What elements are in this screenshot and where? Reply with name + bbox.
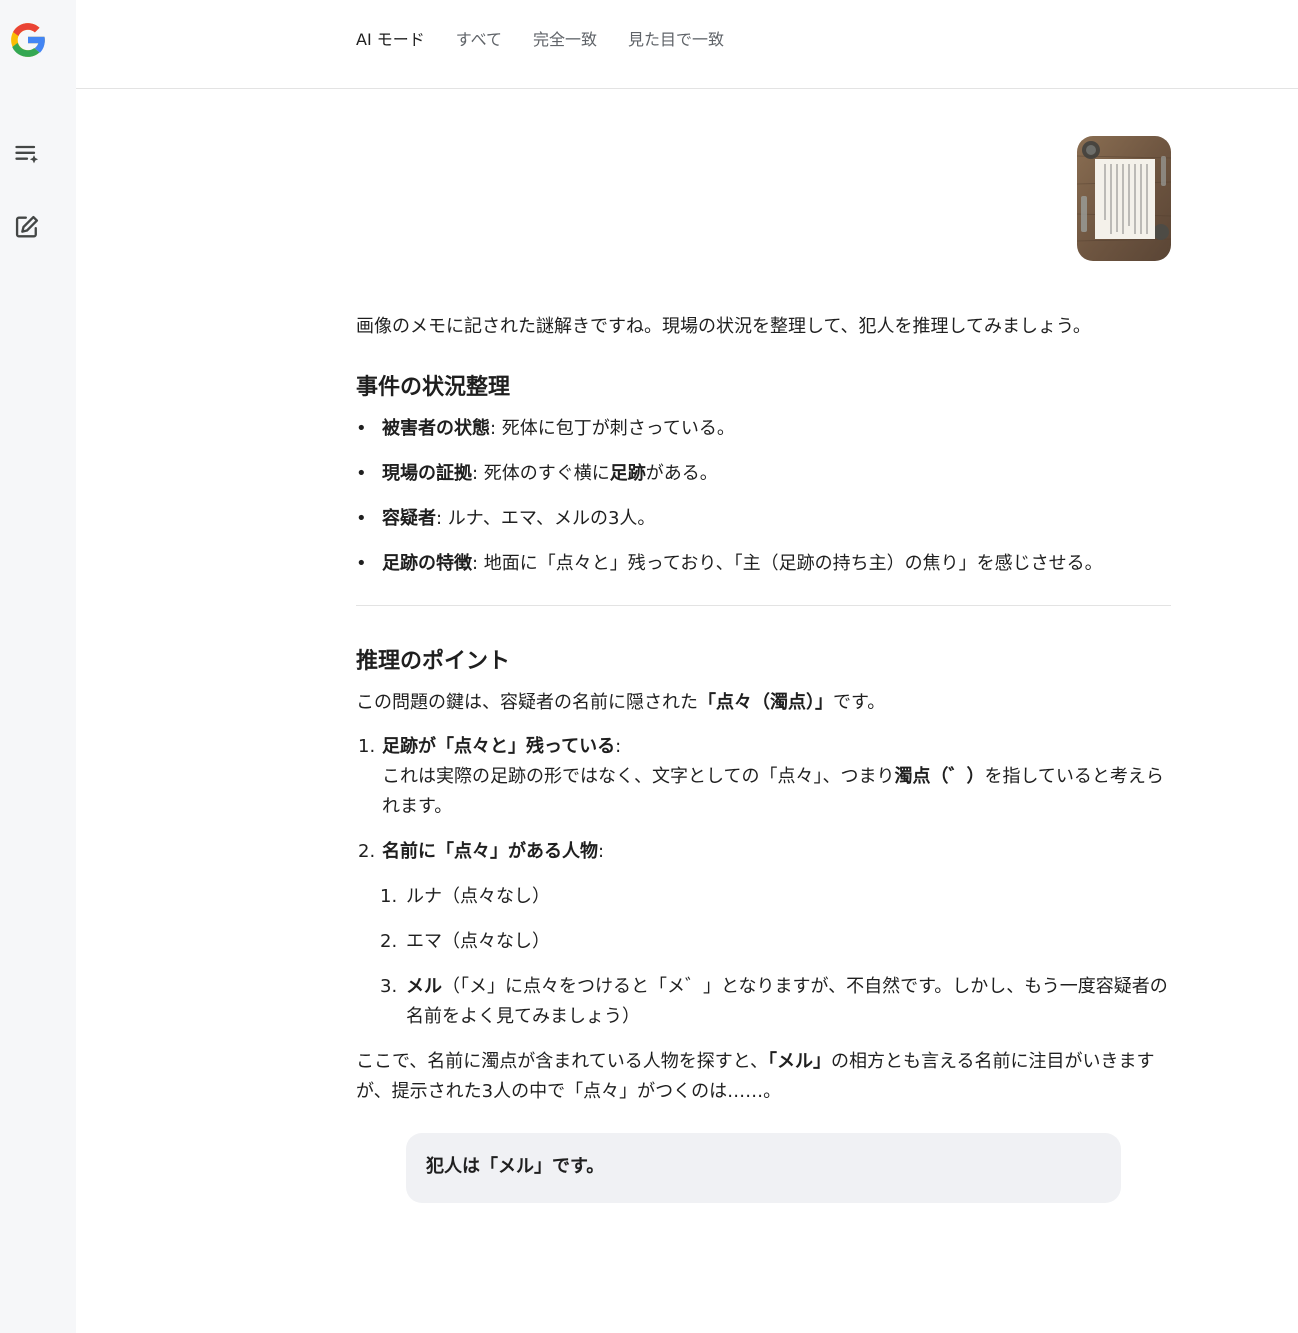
list-item: 2. エマ（点々なし） xyxy=(380,927,1171,957)
item-emphasis: 足跡 xyxy=(609,463,646,484)
list-item: 足跡の特徴: 地面に「点々と」残っており、「主（足跡の持ち主）の焦り」を感じさせ… xyxy=(356,549,1171,579)
answer-callout: 犯人は「メル」です。 xyxy=(406,1133,1121,1203)
colon: : xyxy=(598,841,605,862)
edit-icon[interactable] xyxy=(9,209,45,245)
intro-paragraph: 画像のメモに記された謎解きですね。現場の状況を整理して、犯人を推理してみましょう… xyxy=(356,316,1091,337)
tab-ai-mode[interactable]: AI モード xyxy=(356,28,425,52)
lead-text: です。 xyxy=(833,692,886,713)
list-item: 1. ルナ（点々なし） xyxy=(380,882,1171,912)
colon: : xyxy=(615,736,622,757)
list-number: 3. xyxy=(380,976,398,997)
new-thread-icon[interactable] xyxy=(9,136,45,172)
search-mode-tabs: AI モード すべて 完全一致 見た目で一致 xyxy=(356,28,724,52)
point-label: 足跡が「点々と」残っている xyxy=(382,736,616,757)
list-number: 1. xyxy=(358,736,376,757)
suspect-text: ルナ（点々なし） xyxy=(406,886,550,907)
points-list: 1. 足跡が「点々と」残っている: これは実際の足跡の形ではなく、文字としての「… xyxy=(356,732,1171,1032)
list-number: 1. xyxy=(380,886,398,907)
tab-all[interactable]: すべて xyxy=(456,28,502,52)
item-label: 現場の証拠 xyxy=(382,463,472,484)
list-item: 被害者の状態: 死体に包丁が刺さっている。 xyxy=(356,414,1171,444)
top-bar: AI モード すべて 完全一致 見た目で一致 xyxy=(76,0,1298,89)
ai-answer: 画像のメモに記された謎解きですね。現場の状況を整理して、犯人を推理してみましょう… xyxy=(356,312,1171,1203)
lead-emphasis: 「点々（濁点）」 xyxy=(698,692,833,713)
conclusion-paragraph: ここで、名前に濁点が含まれている人物を探すと、「メル」の相方とも言える名前に注目… xyxy=(356,1047,1171,1107)
item-text: : 地面に「点々と」残っており、「主（足跡の持ち主）の焦り」を感じさせる。 xyxy=(472,553,1103,574)
list-item: 3. メル（「メ」に点々をつけると「メ゛」となりますが、不自然です。しかし、もう一… xyxy=(380,972,1171,1032)
left-rail xyxy=(0,0,76,1333)
points-lead: この問題の鍵は、容疑者の名前に隠された「点々（濁点）」です。 xyxy=(356,688,1171,718)
point-label: 名前に「点々」がある人物 xyxy=(382,841,598,862)
point-text: これは実際の足跡の形ではなく、文字としての「点々」、つまり xyxy=(382,766,895,787)
item-label: 足跡の特徴 xyxy=(382,553,472,574)
query-image-thumbnail[interactable] xyxy=(1077,136,1171,261)
point-emphasis: 濁点（゛） xyxy=(894,766,985,787)
item-label: 容疑者 xyxy=(382,508,436,529)
status-list: 被害者の状態: 死体に包丁が刺さっている。 現場の証拠: 死体のすぐ横に足跡があ… xyxy=(356,414,1171,579)
tab-visual-match[interactable]: 見た目で一致 xyxy=(628,28,724,52)
item-text: がある。 xyxy=(645,463,718,484)
list-number: 2. xyxy=(380,931,398,952)
item-text: : 死体のすぐ横に xyxy=(472,463,610,484)
lead-text: この問題の鍵は、容疑者の名前に隠された xyxy=(356,692,698,713)
section-divider xyxy=(356,605,1171,606)
google-logo-icon[interactable] xyxy=(6,18,50,62)
item-label: 被害者の状態 xyxy=(382,418,490,439)
list-number: 2. xyxy=(358,841,376,862)
list-item: 1. 足跡が「点々と」残っている: これは実際の足跡の形ではなく、文字としての「… xyxy=(356,732,1171,822)
section-title-points: 推理のポイント xyxy=(356,649,511,674)
suspect-name: メル xyxy=(406,976,442,997)
conclusion-text: ここで、名前に濁点が含まれている人物を探すと、 xyxy=(356,1051,769,1072)
item-text: : ルナ、エマ、メルの3人。 xyxy=(436,508,656,529)
item-text: : 死体に包丁が刺さっている。 xyxy=(490,418,735,439)
list-item: 現場の証拠: 死体のすぐ横に足跡がある。 xyxy=(356,459,1171,489)
list-item: 容疑者: ルナ、エマ、メルの3人。 xyxy=(356,504,1171,534)
suspect-text: （「メ」に点々をつけると「メ゛」となりますが、不自然です。しかし、もう一度容疑者… xyxy=(406,976,1168,1027)
list-item: 2. 名前に「点々」がある人物: 1. ルナ（点々なし） 2. エマ（点々なし） 3… xyxy=(356,837,1171,1032)
tab-exact-match[interactable]: 完全一致 xyxy=(533,28,597,52)
conclusion-emphasis: 「メル」 xyxy=(768,1051,832,1072)
suspect-text: エマ（点々なし） xyxy=(406,931,550,952)
suspect-list: 1. ルナ（点々なし） 2. エマ（点々なし） 3. メル（「メ」に点々をつけると「メ… xyxy=(380,882,1171,1032)
section-title-status: 事件の状況整理 xyxy=(356,375,511,400)
